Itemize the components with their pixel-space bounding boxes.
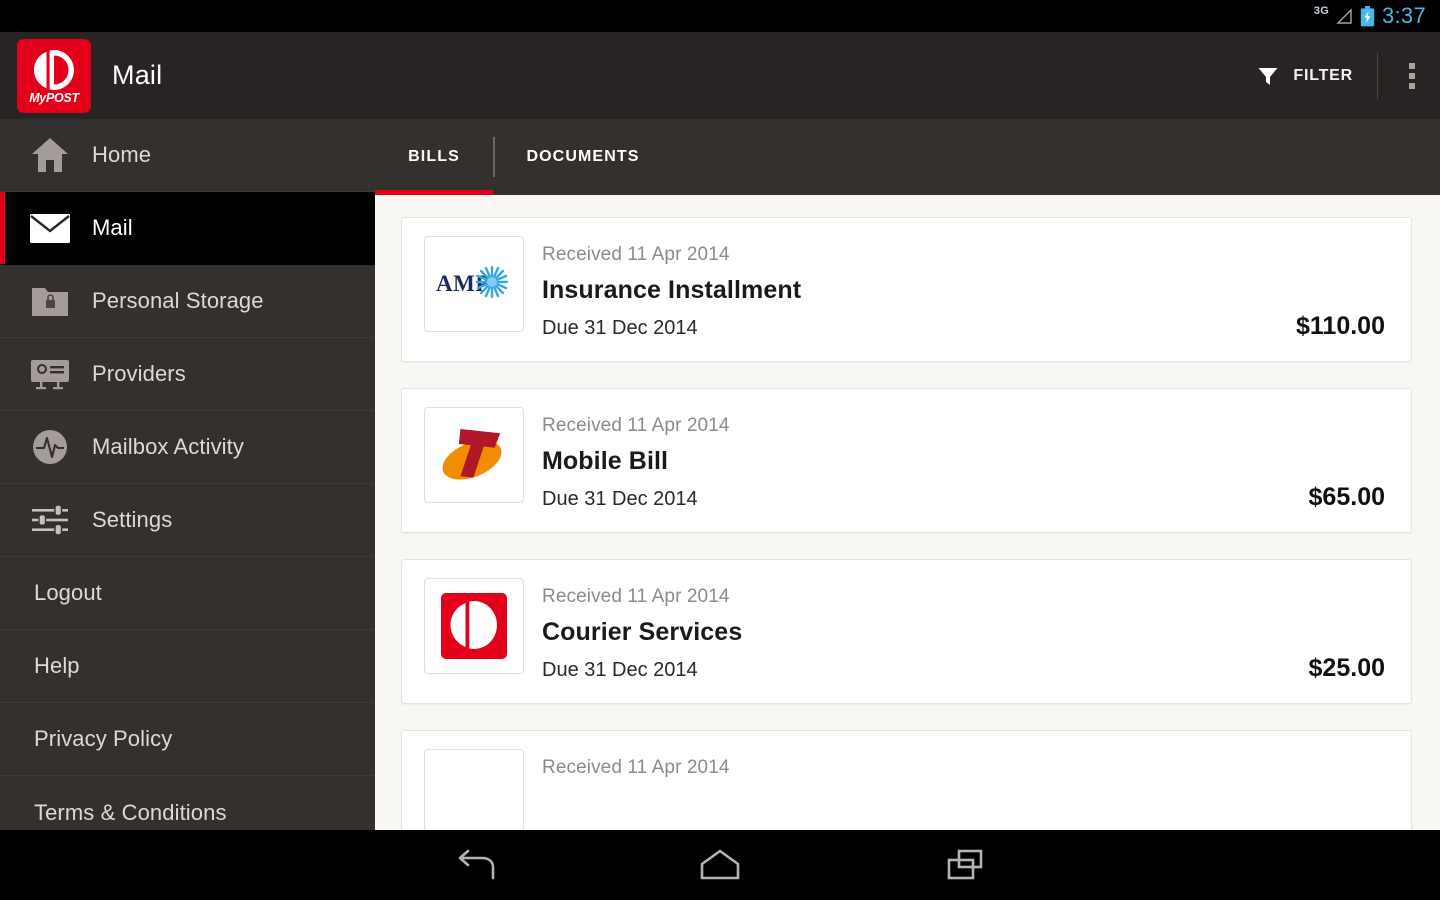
bill-due-date: Due 31 Dec 2014 [542,659,698,681]
action-bar-actions: FILTER [1238,32,1440,119]
overflow-dot [1409,72,1415,79]
home-outline-icon[interactable] [598,830,843,900]
sidebar-item-home[interactable]: Home [0,119,375,192]
bill-card[interactable]: Received 11 Apr 2014 [401,730,1412,830]
sidebar-item-label: Mail [92,215,133,240]
tab-label: BILLS [408,148,460,165]
network-type-label: 3G [1313,4,1329,17]
status-clock: 3:37 [1381,3,1426,28]
bill-due-date: Due 31 Dec 2014 [542,488,698,510]
activity-pulse-icon [26,425,73,469]
mypost-wordmark: MyPOST [29,90,79,105]
sidebar-item-label: Home [92,142,152,167]
sidebar-item-help[interactable]: Help [0,630,375,703]
sidebar-item-label: Help [34,653,80,678]
bill-amount: $25.00 [1308,654,1385,682]
locked-folder-icon [26,279,73,323]
auspost-p-mark-icon [31,49,77,91]
filter-label: FILTER [1293,66,1353,84]
bill-title: Mobile Bill [542,447,669,475]
amp-logo: AMP [424,236,524,332]
tab-bar: BILLS DOCUMENTS [375,119,1440,195]
bill-received-date: Received 11 Apr 2014 [542,415,730,436]
battery-charging-icon [1360,5,1375,27]
recent-apps-icon[interactable] [843,830,1088,900]
sidebar-item-logout[interactable]: Logout [0,557,375,630]
sidebar-item-settings[interactable]: Settings [0,484,375,557]
bill-card-text: Received 11 Apr 2014 Insurance Installme… [542,236,801,305]
overflow-dot [1409,82,1415,89]
sidebar-item-mailbox-activity[interactable]: Mailbox Activity [0,411,375,484]
sidebar-item-mail[interactable]: Mail [0,192,375,265]
provider-card-icon [26,352,73,396]
home-icon [26,133,73,177]
signal-triangle-icon [1336,7,1353,25]
android-navigation-bar [0,830,1440,900]
action-bar-divider [1377,52,1378,99]
navigation-drawer: Home Mail Personal Storage Providers Mai… [0,119,375,830]
sidebar-item-terms-conditions[interactable]: Terms & Conditions [0,776,375,830]
bill-card-footer: Due 31 Dec 2014 $65.00 [424,483,1385,512]
sidebar-item-label: Providers [92,361,186,386]
overflow-menu-icon[interactable] [1384,32,1440,119]
bill-received-date: Received 11 Apr 2014 [542,757,730,778]
sidebar-item-label: Personal Storage [92,288,264,313]
android-tablet-screen: 3G 3:37 MyPOST Mail FILTER Home Mail Per… [0,0,1440,900]
action-bar: MyPOST Mail FILTER [0,32,1440,119]
tab-documents[interactable]: DOCUMENTS [495,119,671,195]
content-panel: BILLS DOCUMENTS AMP Received 11 Apr 2014… [375,119,1440,830]
bill-card-text: Received 11 Apr 2014 Courier Services [542,578,742,647]
sidebar-item-label: Terms & Conditions [34,799,227,825]
envelope-icon [26,206,73,250]
sidebar-item-personal-storage[interactable]: Personal Storage [0,265,375,338]
filter-button[interactable]: FILTER [1238,32,1371,119]
bill-received-date: Received 11 Apr 2014 [542,586,730,607]
bill-card[interactable]: Received 11 Apr 2014 Mobile Bill Due 31 … [401,388,1412,533]
bill-provider-logo [424,749,524,830]
sidebar-item-label: Mailbox Activity [92,434,244,459]
sidebar-item-label: Privacy Policy [34,726,173,751]
bills-list: AMP Received 11 Apr 2014 Insurance Insta… [375,195,1440,830]
sidebar-item-label: Settings [92,507,173,532]
bill-card[interactable]: Received 11 Apr 2014 Courier Services Du… [401,559,1412,704]
sidebar-item-label: Logout [34,580,102,605]
bill-title: Insurance Installment [542,276,802,304]
overflow-dot [1409,62,1415,69]
telstra-logo [424,407,524,503]
sidebar-item-privacy-policy[interactable]: Privacy Policy [0,703,375,776]
bill-card-footer: Due 31 Dec 2014 $25.00 [424,654,1385,683]
bill-due-date: Due 31 Dec 2014 [542,317,698,339]
page-title: Mail [112,60,163,90]
back-arrow-icon[interactable] [353,830,598,900]
bill-card-header: Received 11 Apr 2014 [424,749,1385,830]
bill-card-text: Received 11 Apr 2014 Mobile Bill [542,407,730,476]
status-bar: 3G 3:37 [0,0,1440,32]
tab-bills[interactable]: BILLS [375,119,493,195]
bill-card-text: Received 11 Apr 2014 [542,749,730,789]
funnel-icon [1256,64,1280,88]
bill-title: Courier Services [542,618,743,646]
auspost-logo [424,578,524,674]
bill-card[interactable]: AMP Received 11 Apr 2014 Insurance Insta… [401,217,1412,362]
sliders-icon [26,498,73,542]
tab-label: DOCUMENTS [526,148,640,165]
mypost-logo[interactable]: MyPOST [17,38,91,113]
bill-received-date: Received 11 Apr 2014 [542,244,730,265]
bill-amount: $65.00 [1308,483,1385,511]
sidebar-item-providers[interactable]: Providers [0,338,375,411]
bill-card-footer: Due 31 Dec 2014 $110.00 [424,312,1385,341]
bill-amount: $110.00 [1296,312,1385,340]
